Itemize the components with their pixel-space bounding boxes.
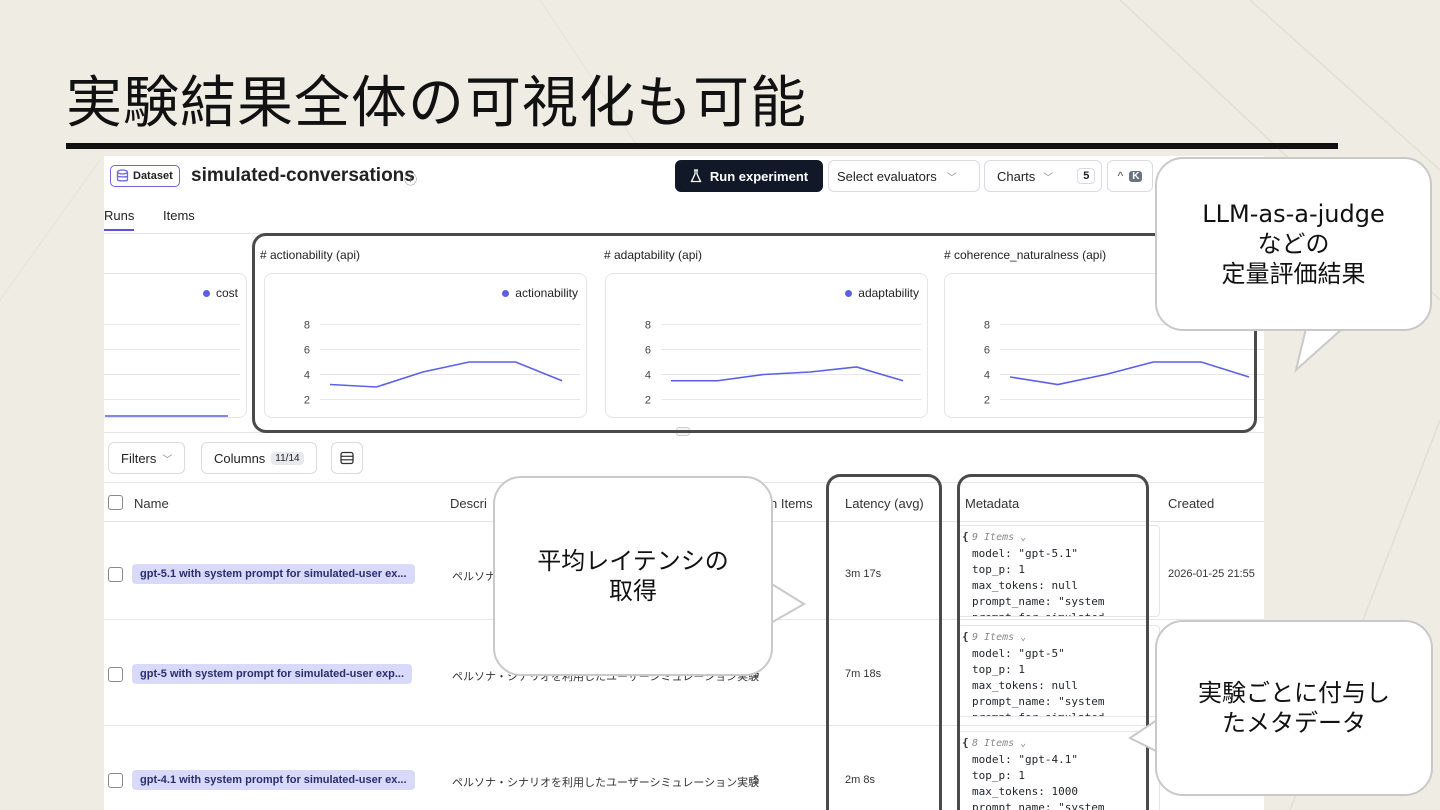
- chevron-up-icon: ^: [1117, 169, 1124, 183]
- command-nav-button[interactable]: ^ K: [1107, 160, 1153, 192]
- chart-plot-cost: [104, 324, 240, 417]
- info-icon[interactable]: ⓘ: [404, 169, 417, 188]
- shortcut-key: K: [1129, 170, 1143, 182]
- callout-line: 取得: [609, 577, 657, 605]
- callout-line: 実験ごとに付与し: [1198, 679, 1390, 707]
- dataset-badge[interactable]: Dataset: [110, 165, 180, 187]
- chevron-down-icon: ﹀: [1043, 172, 1054, 184]
- run-name-link[interactable]: gpt-5.1 with system prompt for simulated…: [132, 564, 415, 584]
- run-experiment-label: Run experiment: [709, 168, 809, 184]
- callout-line: などの: [1257, 230, 1330, 258]
- callout-line: 定量評価結果: [1221, 260, 1366, 288]
- callout-line: 平均レイテンシの: [537, 547, 729, 575]
- chevron-down-icon: ﹀: [162, 454, 173, 466]
- dataset-name: simulated-conversations: [191, 165, 415, 186]
- metadata-highlight-frame: [957, 474, 1149, 810]
- columns-button[interactable]: Columns 11/14: [201, 442, 317, 474]
- callout-latency: 平均レイテンシの 取得: [493, 476, 773, 676]
- column-header-description[interactable]: Descri: [450, 496, 487, 511]
- charts-dropdown[interactable]: Charts ﹀ 5: [984, 160, 1102, 192]
- tab-bar: Runs Items: [104, 204, 1264, 234]
- legend-dot: [202, 289, 210, 297]
- chevron-down-icon: ﹀: [946, 172, 957, 184]
- flask-icon: [690, 169, 702, 183]
- column-header-created[interactable]: Created: [1168, 496, 1214, 511]
- select-all-checkbox[interactable]: [108, 495, 123, 510]
- title-rule: [66, 143, 1338, 149]
- callout-llm-judge: LLM-as-a-judge などの 定量評価結果: [1155, 157, 1432, 331]
- latency-highlight-frame: [826, 474, 942, 810]
- column-header-items[interactable]: n Items: [770, 496, 813, 511]
- slide-title: 実験結果全体の可視化も可能: [66, 71, 807, 136]
- row-checkbox[interactable]: [108, 667, 123, 682]
- select-evaluators-dropdown[interactable]: Select evaluators ﹀: [828, 160, 980, 192]
- filters-button[interactable]: Filters ﹀: [108, 442, 186, 474]
- database-icon: [116, 169, 129, 182]
- row-density-button[interactable]: [331, 442, 363, 474]
- run-experiment-button[interactable]: Run experiment: [675, 160, 823, 192]
- chart-legend: cost: [202, 286, 238, 300]
- charts-highlight-frame: [252, 233, 1257, 433]
- callout-line: LLM-as-a-judge: [1202, 200, 1385, 228]
- items-cell: 5: [753, 774, 760, 786]
- rows-icon: [340, 451, 354, 465]
- callout-line: たメタデータ: [1222, 709, 1366, 737]
- dataset-badge-label: Dataset: [133, 170, 173, 182]
- select-evaluators-label: Select evaluators: [837, 168, 937, 184]
- chart-card-cost: cost: [104, 273, 247, 418]
- callout-metadata: 実験ごとに付与し たメタデータ: [1155, 620, 1433, 796]
- top-bar: Dataset simulated-conversations ⓘ Run ex…: [104, 156, 1264, 196]
- charts-label: Charts: [997, 168, 1036, 184]
- tab-items[interactable]: Items: [163, 208, 195, 223]
- column-header-name[interactable]: Name: [134, 496, 169, 511]
- legend-label: cost: [215, 286, 238, 300]
- tab-runs[interactable]: Runs: [104, 208, 135, 231]
- description-cell: ペルソナ: [452, 571, 496, 583]
- row-checkbox[interactable]: [108, 567, 123, 582]
- columns-count: 11/14: [271, 451, 304, 465]
- columns-label: Columns: [214, 450, 266, 466]
- charts-count: 5: [1077, 168, 1096, 184]
- filters-label: Filters: [121, 450, 157, 466]
- row-checkbox[interactable]: [108, 773, 123, 788]
- run-name-link[interactable]: gpt-4.1 with system prompt for simulated…: [132, 770, 415, 790]
- run-name-link[interactable]: gpt-5 with system prompt for simulated-u…: [132, 664, 413, 684]
- created-cell: 2026-01-25 21:55: [1168, 568, 1255, 580]
- description-cell: ペルソナ・シナリオを利用したユーザーシミュレーション実験: [452, 777, 760, 789]
